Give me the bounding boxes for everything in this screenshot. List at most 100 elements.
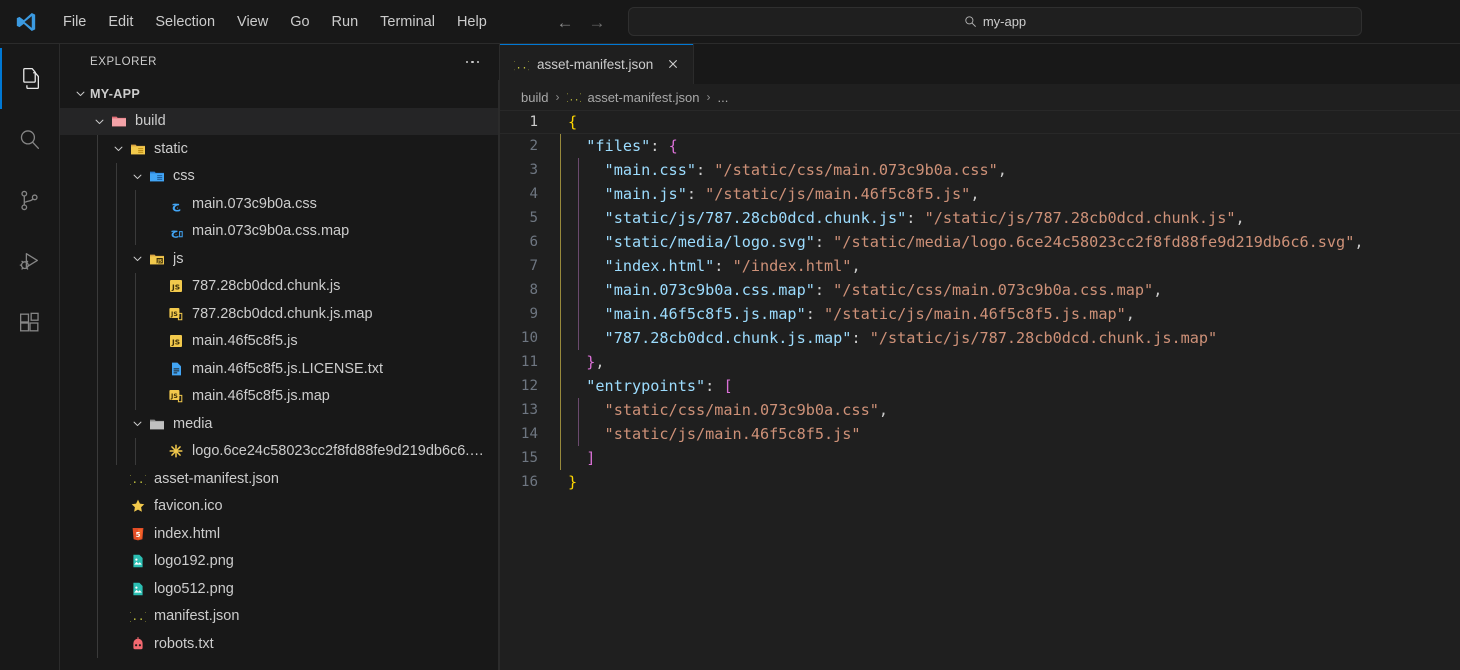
arrow-right-icon[interactable]: →	[588, 14, 606, 31]
tree-item-css[interactable]: css	[60, 162, 499, 190]
activity-search[interactable]	[0, 109, 60, 170]
file-tree[interactable]: MY-APP build static css ج main.073c9b0a.css ج m…	[60, 80, 499, 670]
explorer-more-actions-button[interactable]	[462, 57, 484, 68]
activity-extensions[interactable]	[0, 292, 60, 353]
token-str: "static/js/main.46f5c8f5.js"	[604, 425, 861, 443]
tree-root-my-app[interactable]: MY-APP	[60, 80, 499, 108]
tree-item-787-28cb0dcd-chunk-js-map[interactable]: JS 787.28cb0dcd.chunk.js.map	[60, 300, 499, 328]
token-punc: :	[705, 377, 724, 395]
tab-asset-manifest-json[interactable]: {..} asset-manifest.json	[500, 44, 695, 84]
command-center[interactable]: my-app	[628, 7, 1362, 36]
tree-item-manifest-json[interactable]: {..} manifest.json	[60, 602, 499, 630]
line-number: 4	[529, 186, 538, 202]
token-punc: :	[695, 161, 715, 179]
sidebar-scrollbar[interactable]	[498, 80, 499, 670]
menu-view[interactable]: View	[226, 9, 279, 35]
breadcrumb-separator: ›	[706, 90, 711, 104]
menu-run[interactable]: Run	[321, 9, 370, 35]
code-line[interactable]: 15]	[500, 446, 1460, 470]
close-icon[interactable]	[663, 54, 683, 74]
tree-item-js[interactable]: JS js	[60, 245, 499, 273]
chevron-down-icon[interactable]	[129, 416, 145, 432]
code-content[interactable]: 1{2 "files": {3 "main.css": "/static/css/m…	[500, 110, 1460, 670]
tree-item-label: logo.6ce24c58023cc2f8fd88fe9d219db6c6.sv…	[192, 443, 491, 460]
breadcrumb-item-file[interactable]: {..} asset-manifest.json	[564, 89, 701, 106]
tree-item-main-46f5c8f5-js-map[interactable]: JS main.46f5c8f5.js.map	[60, 382, 499, 410]
menu-edit[interactable]: Edit	[97, 9, 144, 35]
menu-terminal[interactable]: Terminal	[369, 9, 446, 35]
tree-item-logo192-png[interactable]: logo192.png	[60, 547, 499, 575]
token-str: "/static/media/logo.6ce24c58023cc2f8fd88…	[833, 233, 1355, 251]
code-line[interactable]: 7 "index.html": "/index.html",	[500, 254, 1460, 278]
code-editor[interactable]: 1{2 "files": {3 "main.css": "/static/css/m…	[500, 110, 1460, 670]
folder-build	[109, 113, 129, 129]
tree-item-label: main.46f5c8f5.js	[192, 333, 298, 350]
activity-source-control[interactable]	[0, 170, 60, 231]
chevron-down-icon[interactable]	[91, 113, 107, 129]
token-key: "index.html"	[604, 257, 715, 275]
tree-item-build[interactable]: build	[60, 107, 499, 135]
chevron-down-icon[interactable]	[129, 251, 145, 267]
breadcrumb-label: build	[521, 89, 549, 105]
code-line[interactable]: 11},	[500, 350, 1460, 374]
tree-item-static[interactable]: static	[60, 135, 499, 163]
svg-text:ج: ج	[171, 225, 179, 239]
tree-item-label: main.46f5c8f5.js.LICENSE.txt	[192, 360, 383, 377]
code-line[interactable]: 14 "static/js/main.46f5c8f5.js"	[500, 422, 1460, 446]
tree-item-logo512-png[interactable]: logo512.png	[60, 575, 499, 603]
menu-go[interactable]: Go	[279, 9, 320, 35]
code-line[interactable]: 9 "main.46f5c8f5.js.map": "/static/js/mai…	[500, 302, 1460, 326]
breadcrumb: build › {..} asset-manifest.json › ...	[500, 84, 1460, 110]
tree-item-logo-6ce24c58023cc2f8fd88fe9d219db6c6-svg[interactable]: logo.6ce24c58023cc2f8fd88fe9d219db6c6.sv…	[60, 437, 499, 465]
token-punc: :	[851, 329, 870, 347]
breadcrumb-item-build[interactable]: build	[519, 89, 550, 106]
menu-file[interactable]: File	[52, 9, 97, 35]
tree-item-asset-manifest-json[interactable]: {..} asset-manifest.json	[60, 465, 499, 493]
code-line[interactable]: 13 "static/css/main.073c9b0a.css",	[500, 398, 1460, 422]
code-line[interactable]: 10 "787.28cb0dcd.chunk.js.map": "/static/…	[500, 326, 1460, 350]
tree-item-main-46f5c8f5-js-license-txt[interactable]: main.46f5c8f5.js.LICENSE.txt	[60, 355, 499, 383]
line-number: 9	[529, 306, 538, 322]
tree-item-favicon-ico[interactable]: favicon.ico	[60, 492, 499, 520]
line-number: 6	[529, 234, 538, 250]
tree-indent-guide	[97, 547, 98, 575]
tree-indent-guide	[97, 327, 98, 355]
tree-item-main-073c9b0a-css[interactable]: ج main.073c9b0a.css	[60, 190, 499, 218]
tree-indent-guide	[97, 300, 98, 328]
code-line[interactable]: 16}	[500, 470, 1460, 494]
tree-indent-guide	[97, 602, 98, 630]
activity-run-and-debug[interactable]	[0, 231, 60, 292]
activity-explorer[interactable]	[0, 48, 60, 109]
chevron-down-icon[interactable]	[72, 86, 88, 102]
menu-help[interactable]: Help	[446, 9, 498, 35]
tree-indent-guide	[97, 465, 98, 493]
code-line[interactable]: 6 "static/media/logo.svg": "/static/media…	[500, 230, 1460, 254]
code-line[interactable]: 4 "main.js": "/static/js/main.46f5c8f5.js…	[500, 182, 1460, 206]
tree-item-main-073c9b0a-css-map[interactable]: ج main.073c9b0a.css.map	[60, 217, 499, 245]
code-line[interactable]: 8 "main.073c9b0a.css.map": "/static/css/m…	[500, 278, 1460, 302]
tree-item-label: index.html	[154, 525, 221, 542]
token-punc: :	[714, 257, 733, 275]
tree-item-787-28cb0dcd-chunk-js[interactable]: JS 787.28cb0dcd.chunk.js	[60, 272, 499, 300]
breadcrumb-item-symbol[interactable]: ...	[715, 89, 730, 106]
code-line[interactable]: 5 "static/js/787.28cb0dcd.chunk.js": "/st…	[500, 206, 1460, 230]
chevron-down-icon[interactable]	[110, 141, 126, 157]
tree-item-robots-txt[interactable]: robots.txt	[60, 630, 499, 658]
menu-selection[interactable]: Selection	[144, 9, 226, 35]
tree-item-media[interactable]: media	[60, 410, 499, 438]
tree-item-label: main.073c9b0a.css	[192, 195, 317, 212]
code-line-text: "main.js": "/static/js/main.46f5c8f5.js"…	[560, 182, 1460, 206]
tree-item-main-46f5c8f5-js[interactable]: JS main.46f5c8f5.js	[60, 327, 499, 355]
code-line[interactable]: 2 "files": {	[500, 134, 1460, 158]
code-line[interactable]: 3 "main.css": "/static/css/main.073c9b0a.…	[500, 158, 1460, 182]
bracket-indent-guide	[578, 158, 580, 182]
tree-item-index-html[interactable]: 5 index.html	[60, 520, 499, 548]
code-line[interactable]: 1{	[500, 110, 1460, 134]
activity-bar	[0, 44, 60, 670]
chevron-down-icon[interactable]	[129, 168, 145, 184]
code-line[interactable]: 12 "entrypoints": [	[500, 374, 1460, 398]
tree-indent-guide	[97, 520, 98, 548]
arrow-left-icon[interactable]: ←	[556, 14, 574, 31]
token-punc: :	[650, 137, 669, 155]
token-br2: {	[668, 137, 678, 155]
